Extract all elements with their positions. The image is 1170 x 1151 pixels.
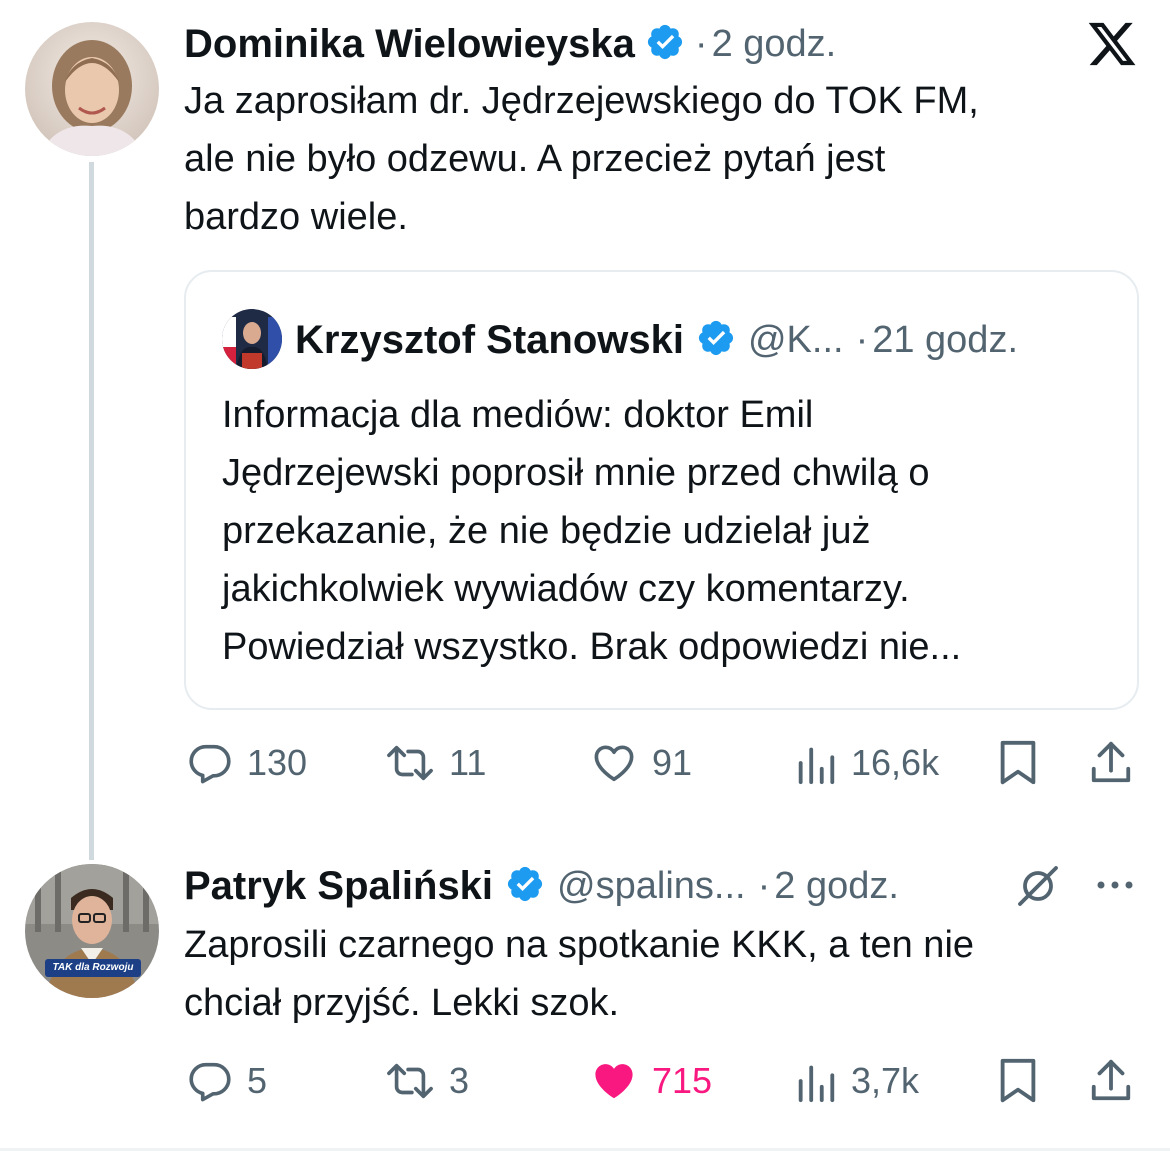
tweet1-text-line: ale nie było odzewu. A przecież pytań je… <box>184 138 886 180</box>
reply-count: 130 <box>247 742 308 783</box>
verified-badge-icon <box>696 318 736 363</box>
heart-filled-icon <box>590 1058 638 1104</box>
share-icon <box>1088 741 1134 792</box>
tweet2-header: Patryk Spaliński @spalins... · 2 godz. <box>184 860 899 912</box>
like-button[interactable]: 91 <box>590 738 692 788</box>
quote-timestamp[interactable]: 21 godz. <box>872 319 1018 362</box>
tweet1-text-line: bardzo wiele. <box>184 196 408 238</box>
bookmark-icon <box>996 1058 1040 1110</box>
quote-author-name[interactable]: Krzysztof Stanowski <box>295 318 684 363</box>
tweet2-author-name[interactable]: Patryk Spaliński <box>184 864 493 909</box>
tweet1-header: Dominika Wielowieyska · 2 godz. <box>184 18 836 70</box>
thread-connector-line <box>89 162 94 860</box>
x-logo-icon[interactable] <box>1086 18 1138 70</box>
bookmark-icon <box>996 740 1040 792</box>
quote-text-line: Jędrzejewski poprosił mnie przed chwilą … <box>222 452 930 494</box>
like-button[interactable]: 715 <box>590 1056 712 1106</box>
views-bar-chart-icon <box>795 1058 837 1104</box>
reply-button[interactable]: 5 <box>187 1056 267 1106</box>
quote-text-line: przekazanie, że nie będzie udzielał już <box>222 510 871 552</box>
retweet-icon <box>385 1058 435 1104</box>
retweet-button[interactable]: 11 <box>385 738 486 788</box>
tweet1-text-line: Ja zaprosiłam dr. Jędrzejewskiego do TOK… <box>184 80 979 122</box>
reply-button[interactable]: 130 <box>187 738 307 788</box>
reply-icon <box>187 1058 233 1104</box>
quote-separator: · <box>855 318 869 361</box>
reply-icon <box>187 740 233 786</box>
verified-badge-icon <box>645 22 685 67</box>
retweet-count: 11 <box>449 742 487 783</box>
quote-text: Informacja dla mediów: doktor Emil Jędrz… <box>222 386 1122 676</box>
avatar-krzysztof[interactable] <box>222 309 282 369</box>
avatar-badge-text: TAK dla Rozwoju <box>52 962 134 973</box>
reply-count: 5 <box>247 1060 268 1101</box>
tweet1-text: Ja zaprosiłam dr. Jędrzejewskiego do TOK… <box>184 72 1144 246</box>
tweet2-text-line: Zaprosili czarnego na spotkanie KKK, a t… <box>184 924 975 966</box>
views-button[interactable]: 3,7k <box>795 1056 919 1106</box>
bookmark-button[interactable] <box>996 1056 1040 1106</box>
like-count: 91 <box>652 742 693 783</box>
like-count: 715 <box>652 1060 713 1101</box>
retweet-icon <box>385 740 435 786</box>
share-button[interactable] <box>1088 738 1134 788</box>
quote-handle[interactable]: @K... <box>748 319 844 362</box>
tweet1-timestamp[interactable]: 2 godz. <box>712 23 837 66</box>
share-button[interactable] <box>1088 1056 1134 1106</box>
heart-icon <box>590 740 638 786</box>
tweet1-separator: · <box>694 22 708 65</box>
tweet1-author-name[interactable]: Dominika Wielowieyska <box>184 22 635 67</box>
avatar-patryk[interactable]: TAK dla Rozwoju <box>25 864 159 998</box>
views-count: 3,7k <box>851 1060 920 1101</box>
bookmark-button[interactable] <box>996 738 1040 788</box>
tweet2-text-line: chciał przyjść. Lekki szok. <box>184 982 620 1024</box>
retweet-button[interactable]: 3 <box>385 1056 469 1106</box>
grok-icon[interactable] <box>1014 862 1062 910</box>
more-options-icon[interactable] <box>1092 870 1138 900</box>
tweet2-timestamp[interactable]: 2 godz. <box>774 865 899 908</box>
quote-text-line: Powiedział wszystko. Brak odpowiedzi nie… <box>222 626 962 668</box>
quote-header: Krzysztof Stanowski @K... · 21 godz. <box>295 312 1018 368</box>
tweet2-separator: · <box>757 864 771 907</box>
avatar-dominika[interactable] <box>25 22 159 156</box>
verified-badge-icon <box>505 864 545 909</box>
quote-text-line: jakichkolwiek wywiadów czy komentarzy. <box>222 568 910 610</box>
views-button[interactable]: 16,6k <box>795 738 939 788</box>
tweet2-text: Zaprosili czarnego na spotkanie KKK, a t… <box>184 916 1144 1032</box>
views-count: 16,6k <box>851 742 940 783</box>
share-icon <box>1088 1059 1134 1110</box>
views-bar-chart-icon <box>795 740 837 786</box>
quote-text-line: Informacja dla mediów: doktor Emil <box>222 394 814 436</box>
tweet2-handle[interactable]: @spalins... <box>557 865 746 908</box>
retweet-count: 3 <box>449 1060 470 1101</box>
